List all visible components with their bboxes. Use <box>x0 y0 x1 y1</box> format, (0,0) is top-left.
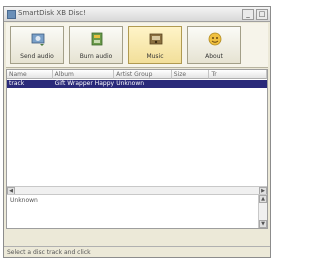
music-button[interactable]: Music <box>128 26 182 64</box>
status-bar: Select a disc track and click <box>4 246 270 257</box>
music-icon <box>149 33 163 45</box>
window-controls: _ □ <box>242 9 268 20</box>
send-audio-label: Send audio <box>20 53 54 60</box>
info-text: Unknown <box>10 197 38 204</box>
cell-track <box>209 80 267 88</box>
cell-size <box>172 80 210 88</box>
title-bar[interactable]: SmartDisk XB Disc! _ □ <box>4 7 270 22</box>
info-panel: Unknown ▲ ▼ <box>7 194 267 228</box>
send-audio-button[interactable]: Send audio <box>10 26 64 64</box>
vertical-scrollbar[interactable]: ▲ ▼ <box>258 195 267 228</box>
app-window: SmartDisk XB Disc! _ □ Send audio Burn a… <box>3 6 271 258</box>
about-icon <box>208 32 222 46</box>
cell-artist: Unknown <box>116 80 145 87</box>
cell-album: Gift Wrapper Happy <box>54 80 115 87</box>
burn-audio-icon <box>91 32 103 46</box>
burn-audio-label: Burn audio <box>79 53 113 60</box>
scroll-up-icon[interactable]: ▲ <box>259 195 267 203</box>
toolbar: Send audio Burn audio Music About <box>6 23 268 68</box>
cell-name: track <box>9 80 25 87</box>
table-row[interactable]: track Gift Wrapper Happy Unknown <box>7 80 267 88</box>
column-header-size[interactable]: Size <box>171 70 210 79</box>
app-icon <box>7 10 16 19</box>
music-label: Music <box>146 53 164 60</box>
about-label: About <box>205 53 223 60</box>
minimize-button[interactable]: _ <box>242 9 254 20</box>
track-list[interactable]: Name Album Artist Group Size Tr track Gi… <box>6 69 268 229</box>
column-header-artist[interactable]: Artist Group <box>114 70 172 79</box>
column-header-name[interactable]: Name <box>7 70 53 79</box>
about-button[interactable]: About <box>187 26 241 64</box>
send-audio-icon <box>31 33 45 46</box>
maximize-button[interactable]: □ <box>256 9 268 20</box>
column-header-track[interactable]: Tr <box>209 70 267 79</box>
column-header-album[interactable]: Album <box>52 70 115 79</box>
list-header: Name Album Artist Group Size Tr <box>7 70 267 79</box>
status-bar-text: Select a disc track and click <box>7 249 91 256</box>
burn-audio-button[interactable]: Burn audio <box>69 26 123 64</box>
window-title: SmartDisk XB Disc! <box>18 9 86 17</box>
scroll-down-icon[interactable]: ▼ <box>259 220 267 228</box>
